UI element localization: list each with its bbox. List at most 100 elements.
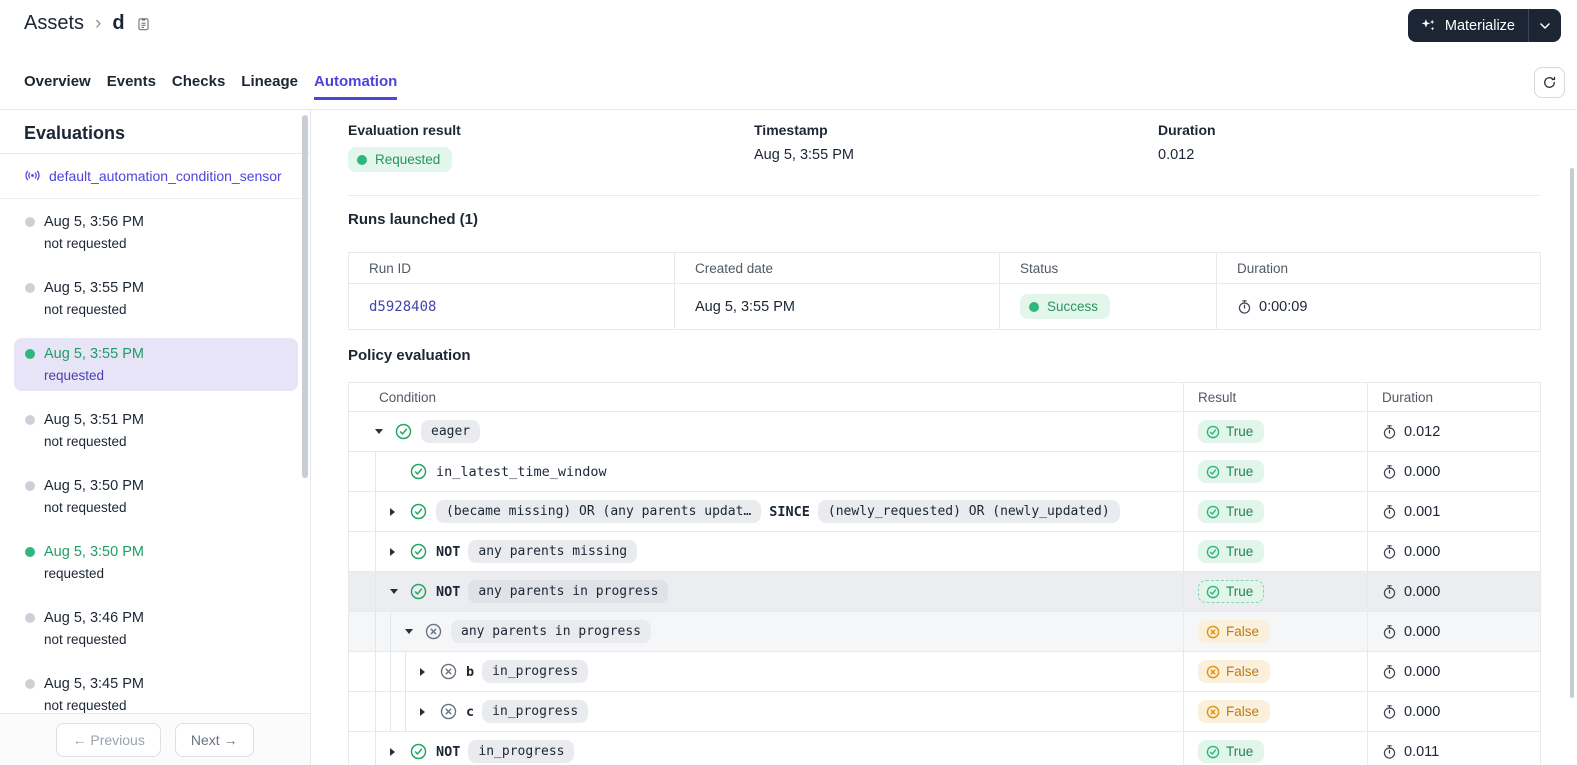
policy-condition-row[interactable]: b in_progress False 0.000	[349, 652, 1540, 692]
run-status-badge: Success	[1020, 294, 1111, 319]
tree-indent-guide	[390, 652, 405, 691]
breadcrumb: Assets › d	[24, 12, 151, 35]
evaluation-status-dot	[25, 613, 35, 623]
evaluation-status: requested	[44, 368, 105, 383]
evaluation-time: Aug 5, 3:50 PM	[44, 544, 144, 560]
evaluation-status: not requested	[44, 302, 127, 317]
duration-value: 0.012	[1158, 147, 1195, 163]
page-scrollbar[interactable]	[1570, 168, 1574, 698]
tab-checks[interactable]: Checks	[172, 62, 225, 109]
result-check-icon	[1206, 545, 1220, 559]
runs-column-header: Created date	[674, 253, 999, 283]
collapse-caret-icon[interactable]	[390, 589, 410, 594]
policy-condition-row[interactable]: (became missing) OR (any parents updat… S…	[349, 492, 1540, 532]
result-check-icon	[1206, 465, 1220, 479]
result-badge: False	[1198, 620, 1271, 643]
evaluation-result-badge: Requested	[348, 147, 453, 172]
result-cell: True	[1183, 452, 1367, 491]
evaluation-list-item[interactable]: Aug 5, 3:51 PM not requested	[14, 404, 298, 457]
evaluation-detail-panel: Evaluation result Requested Timestamp Au…	[311, 110, 1577, 765]
tab-overview[interactable]: Overview	[24, 62, 91, 109]
evaluation-status-dot	[25, 679, 35, 689]
collapse-caret-icon[interactable]	[375, 429, 395, 434]
condition-cell: NOT in_progress	[349, 732, 1183, 765]
expand-caret-icon[interactable]	[420, 707, 440, 716]
materialize-button[interactable]: Materialize	[1408, 9, 1528, 42]
stopwatch-icon	[1382, 664, 1397, 680]
duration-cell: 0.000	[1367, 652, 1540, 691]
tab-automation[interactable]: Automation	[313, 62, 398, 109]
timestamp-value: Aug 5, 3:55 PM	[754, 147, 854, 163]
runs-launched-title: Runs launched (1)	[348, 211, 479, 228]
page-body: Evaluations default_automation_condition…	[0, 110, 1577, 765]
breadcrumb-assets-link[interactable]: Assets	[24, 12, 84, 35]
duration-cell: 0.001	[1367, 492, 1540, 531]
condition-tag: any parents missing	[468, 540, 638, 563]
policy-header-row: Condition Result Duration	[349, 383, 1540, 412]
evaluation-list-item[interactable]: Aug 5, 3:50 PM not requested	[14, 470, 298, 523]
expand-caret-icon[interactable]	[390, 507, 410, 516]
condition-text: SINCE	[769, 503, 810, 520]
policy-condition-row[interactable]: NOT any parents in progress True 0.000	[349, 572, 1540, 612]
refresh-button[interactable]	[1534, 67, 1565, 98]
refresh-icon	[1544, 76, 1556, 88]
evaluations-sidebar: Evaluations default_automation_condition…	[0, 110, 311, 765]
policy-condition-row[interactable]: NOT any parents missing True 0.000	[349, 532, 1540, 572]
condition-text: in_latest_time_window	[436, 463, 607, 480]
run-created-cell: Aug 5, 3:55 PM	[674, 283, 999, 329]
expand-caret-icon[interactable]	[420, 667, 440, 676]
evaluation-list-item[interactable]: Aug 5, 3:50 PM requested	[14, 536, 298, 589]
tree-indent-guide	[405, 692, 420, 731]
evaluation-list-item[interactable]: Aug 5, 3:46 PM not requested	[14, 602, 298, 655]
stopwatch-icon	[1382, 504, 1397, 520]
evaluation-result-label: Evaluation result	[348, 122, 461, 138]
evaluation-list-item[interactable]: Aug 5, 3:55 PM requested	[14, 338, 298, 391]
evaluation-summary: Evaluation result Requested Timestamp Au…	[348, 122, 1541, 196]
next-button[interactable]: Next →	[174, 722, 254, 757]
policy-condition-row[interactable]: any parents in progress False 0.000	[349, 612, 1540, 652]
evaluation-list: Aug 5, 3:56 PM not requested Aug 5, 3:55…	[0, 199, 310, 721]
evaluation-time: Aug 5, 3:56 PM	[44, 214, 144, 230]
policy-evaluation-title: Policy evaluation	[348, 347, 471, 364]
tab-events[interactable]: Events	[107, 62, 156, 109]
condition-pass-icon	[395, 423, 412, 440]
evaluation-status-dot	[25, 547, 35, 557]
tree-indent-guide	[390, 692, 405, 731]
previous-label: Previous	[90, 731, 145, 748]
tab-lineage[interactable]: Lineage	[241, 62, 298, 109]
expand-caret-icon[interactable]	[390, 547, 410, 556]
evaluation-status-dot	[25, 283, 35, 293]
evaluation-status-dot	[25, 217, 35, 227]
sparkle-icon	[1420, 17, 1437, 34]
sidebar-scrollbar[interactable]	[302, 115, 308, 478]
materialize-dropdown-button[interactable]	[1528, 9, 1561, 42]
runs-column-header: Duration	[1216, 253, 1540, 283]
duration-cell: 0.000	[1367, 532, 1540, 571]
stopwatch-icon	[1237, 299, 1252, 315]
duration-cell: 0.000	[1367, 572, 1540, 611]
run-id-cell: d5928408	[349, 283, 674, 329]
policy-condition-row[interactable]: in_latest_time_window True 0.000	[349, 452, 1540, 492]
condition-cell: in_latest_time_window	[349, 452, 1183, 491]
result-cell: True	[1183, 532, 1367, 571]
evaluation-list-item[interactable]: Aug 5, 3:55 PM not requested	[14, 272, 298, 325]
sensor-link[interactable]: default_automation_condition_sensor	[0, 154, 310, 199]
condition-text: c	[466, 703, 475, 720]
arrow-left-icon: ←	[72, 731, 87, 748]
policy-condition-row[interactable]: NOT in_progress True 0.011	[349, 732, 1540, 765]
breadcrumb-separator-icon: ›	[95, 12, 102, 34]
evaluation-status: not requested	[44, 632, 127, 647]
result-badge: False	[1198, 660, 1271, 683]
policy-condition-row[interactable]: eager True 0.012	[349, 412, 1540, 452]
condition-column-header: Condition	[379, 389, 437, 405]
policy-condition-row[interactable]: c in_progress False 0.000	[349, 692, 1540, 732]
evaluation-list-item[interactable]: Aug 5, 3:56 PM not requested	[14, 206, 298, 259]
sensor-icon	[25, 170, 40, 181]
collapse-caret-icon[interactable]	[405, 629, 425, 634]
tree-indent-guide	[375, 612, 390, 651]
result-cell: False	[1183, 652, 1367, 691]
run-id-link[interactable]: d5928408	[369, 299, 436, 315]
expand-caret-icon[interactable]	[390, 747, 410, 756]
previous-button[interactable]: ← Previous	[56, 722, 161, 757]
copy-asset-name-icon[interactable]	[136, 16, 151, 32]
